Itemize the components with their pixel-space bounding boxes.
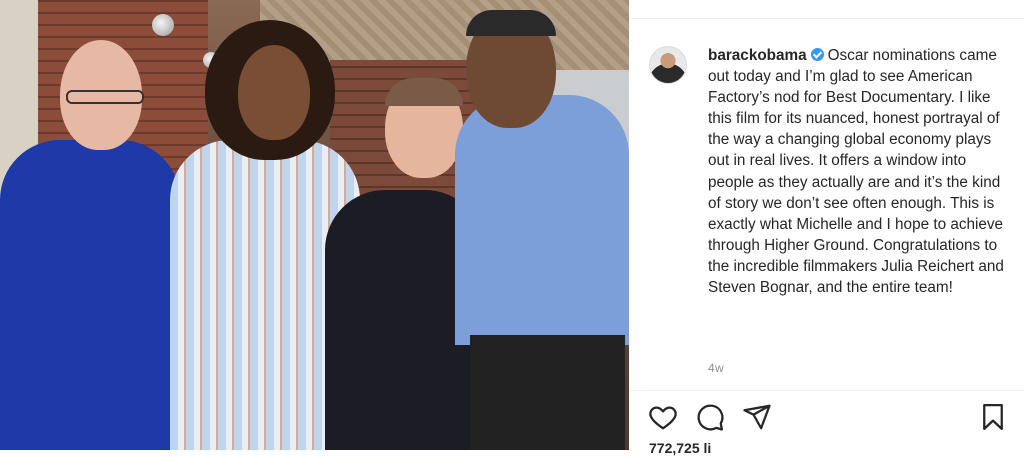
user-avatar[interactable] bbox=[649, 46, 687, 84]
paper-plane-icon bbox=[743, 404, 771, 430]
like-button[interactable] bbox=[648, 402, 678, 432]
comment-button[interactable] bbox=[695, 402, 725, 432]
post-timestamp[interactable]: 4w bbox=[708, 361, 724, 375]
heart-icon bbox=[649, 406, 677, 430]
panel-top-divider bbox=[629, 18, 1024, 19]
likes-count[interactable]: 772,725 li bbox=[649, 440, 711, 456]
actions-divider bbox=[629, 390, 1024, 391]
bookmark-icon bbox=[983, 404, 1003, 430]
share-button[interactable] bbox=[742, 402, 772, 432]
username-link[interactable]: barackobama bbox=[708, 47, 807, 64]
post-photo[interactable] bbox=[0, 0, 629, 450]
photo-lamp bbox=[152, 14, 174, 36]
save-button[interactable] bbox=[978, 402, 1008, 432]
post-caption: barackobama Oscar nominations came out to… bbox=[708, 45, 1008, 298]
caption-text: Oscar nominations came out today and I’m… bbox=[708, 47, 1009, 297]
verified-badge-icon bbox=[810, 48, 824, 61]
comment-icon bbox=[697, 404, 724, 431]
